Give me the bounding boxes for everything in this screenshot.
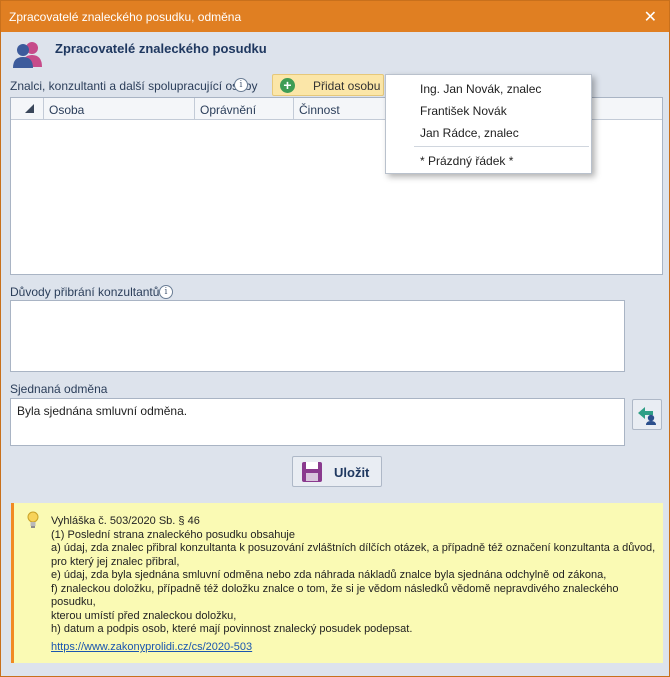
reward-field[interactable]: Byla sjednána smluvní odměna. — [10, 398, 625, 446]
close-icon[interactable]: ✕ — [644, 7, 657, 27]
insert-text-button[interactable] — [632, 399, 662, 430]
reasons-field[interactable] — [10, 300, 625, 372]
notice-line: a) údaj, zda znalec přibral konzultanta … — [51, 542, 656, 554]
column-header-opravneni[interactable]: Oprávnění — [194, 98, 293, 119]
page-title: Zpracovatelé znaleckého posudku — [55, 41, 267, 56]
notice-line: f) znaleckou doložku, případně též dolož… — [51, 582, 619, 609]
reward-label: Sjednaná odměna — [10, 382, 108, 396]
law-link[interactable]: https://www.zakonyprolidi.cz/cs/2020-503 — [51, 641, 252, 653]
window-title: Zpracovatelé znaleckého posudku, odměna — [9, 10, 242, 24]
notice-line: pro který jej znalec přibral, — [51, 555, 180, 568]
users-icon — [13, 42, 42, 68]
dropdown-divider — [414, 146, 589, 147]
lightbulb-icon — [27, 511, 39, 528]
info-icon[interactable]: i — [234, 78, 248, 92]
title-bar: Zpracovatelé znaleckého posudku, odměna … — [1, 1, 669, 32]
save-icon — [302, 462, 322, 482]
notice-text: Vyhláška č. 503/2020 Sb. § 46 (1) Posled… — [51, 515, 661, 637]
notice-line: e) údaj, zda byla sjednána smluvní odměn… — [51, 569, 607, 581]
plus-icon: + — [280, 78, 295, 93]
save-label: Uložit — [334, 465, 370, 480]
insert-text-icon — [638, 407, 656, 425]
save-button[interactable]: Uložit — [292, 456, 382, 487]
dropdown-item[interactable]: Ing. Jan Novák, znalec — [420, 82, 541, 96]
notice-line: kterou umístí před znaleckou doložku, — [51, 609, 237, 622]
row-indicator-icon — [25, 104, 34, 113]
dialog-window: Zpracovatelé znaleckého posudku, odměna … — [0, 0, 670, 677]
add-person-button[interactable]: + Přidat osobu — [272, 74, 384, 96]
experts-label: Znalci, konzultanti a další spolupracují… — [10, 79, 258, 93]
legal-notice: Vyhláška č. 503/2020 Sb. § 46 (1) Posled… — [11, 503, 663, 663]
notice-line: h) datum a podpis osob, které mají povin… — [51, 623, 413, 635]
column-header-osoba[interactable]: Osoba — [43, 98, 194, 119]
info-icon[interactable]: i — [159, 285, 173, 299]
add-person-dropdown: Ing. Jan Novák, znalec František Novák J… — [385, 74, 592, 174]
notice-line: (1) Poslední strana znaleckého posudku o… — [51, 528, 295, 541]
add-person-label: Přidat osobu — [313, 79, 381, 93]
dropdown-item[interactable]: František Novák — [420, 104, 507, 118]
dropdown-item-empty-row[interactable]: * Prázdný řádek * — [420, 154, 513, 168]
notice-line: Vyhláška č. 503/2020 Sb. § 46 — [51, 515, 200, 527]
reasons-label: Důvody přibrání konzultantů — [10, 285, 160, 299]
dropdown-item[interactable]: Jan Rádce, znalec — [420, 126, 519, 140]
